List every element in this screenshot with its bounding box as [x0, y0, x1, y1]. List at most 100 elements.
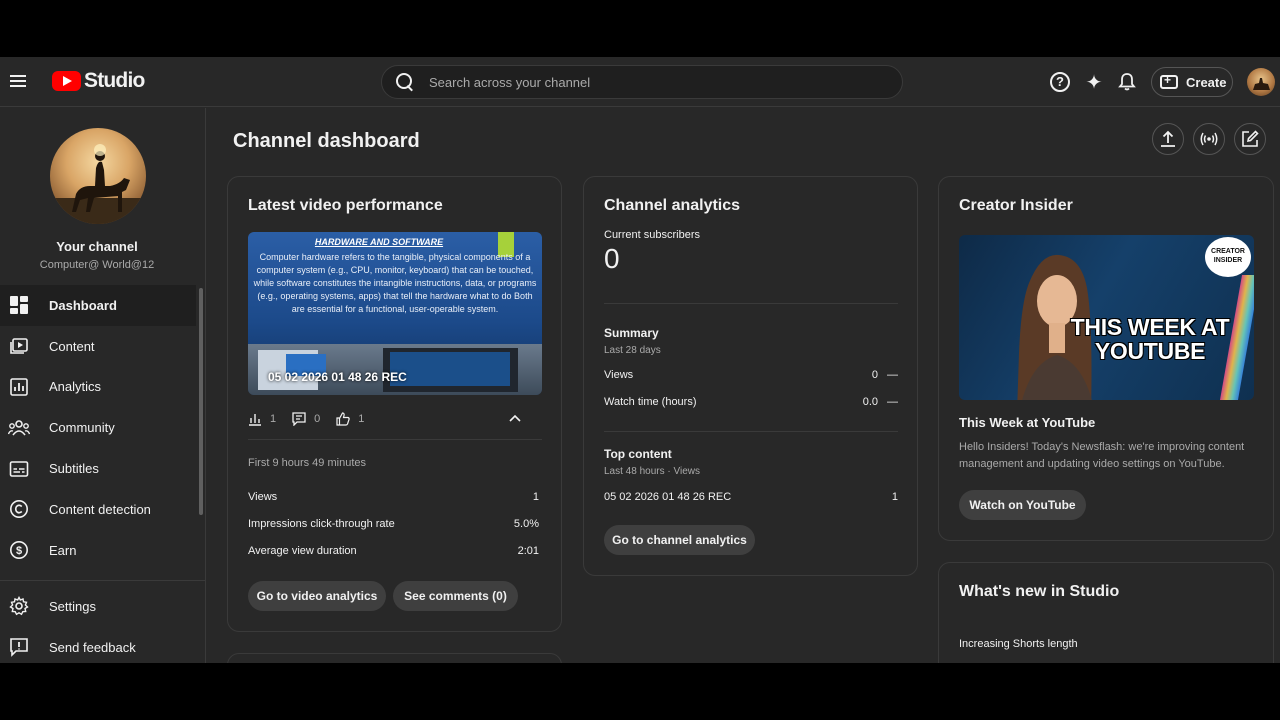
sidebar-item-earn[interactable]: $ Earn	[0, 530, 196, 571]
card-title: Latest video performance	[248, 197, 443, 214]
summary-row: Watch time (hours) 0.0 —	[604, 396, 898, 408]
metric-value: 1	[532, 491, 539, 503]
top-content-label: 05 02 2026 01 48 26 REC	[604, 491, 732, 503]
search-input[interactable]	[429, 74, 869, 90]
sidebar-item-settings[interactable]: Settings	[0, 586, 196, 627]
channel-name[interactable]: Your channel	[0, 239, 194, 254]
create-video-icon	[1160, 73, 1178, 89]
top-content-title: Top content	[604, 447, 672, 461]
letterbox-top	[0, 0, 1280, 57]
watch-on-youtube-button[interactable]: Watch on YouTube	[959, 490, 1086, 520]
sidebar-item-label: Subtitles	[49, 461, 99, 477]
views-stat: 1	[248, 412, 276, 426]
likes-stat: 1	[336, 412, 364, 426]
sidebar-item-label: Send feedback	[49, 639, 136, 655]
sidebar-item-dashboard[interactable]: Dashboard	[0, 285, 196, 326]
summary-value: 0.0	[862, 396, 878, 408]
sidebar-item-content[interactable]: Content	[0, 326, 196, 367]
studio-logo[interactable]: Studio	[52, 69, 145, 93]
top-content-period: Last 48 hours · Views	[604, 466, 700, 477]
account-avatar[interactable]	[1247, 68, 1275, 96]
creator-insider-thumbnail[interactable]: THIS WEEK AT YOUTUBE CREATOR INSIDER	[959, 235, 1254, 400]
bar-chart-icon	[249, 414, 261, 426]
sidebar-item-content-detection[interactable]: Content detection	[0, 489, 196, 530]
metric-value: 5.0%	[513, 518, 539, 530]
channel-avatar[interactable]	[50, 128, 146, 224]
sidebar-item-community[interactable]: Community	[0, 407, 196, 448]
whats-new-item[interactable]: Increasing Shorts length	[959, 638, 1078, 650]
bell-icon[interactable]	[1115, 70, 1139, 94]
divider	[604, 431, 898, 432]
search-icon[interactable]	[395, 72, 415, 92]
subscribers-count: 0	[604, 243, 620, 274]
sidebar-item-analytics[interactable]: Analytics	[0, 367, 196, 408]
summary-delta: —	[887, 369, 898, 381]
search-bar[interactable]	[381, 65, 903, 99]
go-to-video-analytics-button[interactable]: Go to video analytics	[248, 581, 386, 611]
create-label: Create	[1186, 74, 1227, 90]
sidebar-item-label: Settings	[49, 598, 96, 614]
top-bar: Studio ? ✦ Create	[0, 57, 1280, 107]
summary-row: Views 0 —	[604, 369, 898, 381]
metric-row: Views 1	[248, 491, 539, 503]
channel-analytics-card: Channel analytics Current subscribers 0 …	[583, 176, 918, 576]
see-comments-button[interactable]: See comments (0)	[393, 581, 518, 611]
video-title[interactable]: This Week at YouTube	[959, 415, 1095, 430]
comment-icon	[292, 412, 306, 426]
live-broadcast-icon	[1200, 132, 1218, 146]
views-count: 1	[270, 413, 277, 425]
card-title: Channel analytics	[604, 197, 741, 214]
sidebar-item-label: Earn	[49, 542, 77, 558]
metric-label: Impressions click-through rate	[248, 518, 395, 530]
thumbnail-text: Computer hardware refers to the tangible…	[253, 252, 537, 314]
thumbnail-heading: HARDWARE AND SOFTWARE	[314, 237, 444, 247]
divider	[248, 439, 542, 440]
top-content-row[interactable]: 05 02 2026 01 48 26 REC 1	[604, 491, 898, 503]
help-icon[interactable]: ?	[1048, 70, 1072, 94]
sidebar-item-label: Community	[49, 420, 115, 436]
summary-title: Summary	[604, 326, 659, 340]
channel-handle: Computer@ World@12	[39, 259, 155, 271]
sidebar-scrollbar[interactable]	[199, 288, 203, 515]
dashboard-icon	[7, 293, 31, 317]
card-title: Creator Insider	[959, 197, 1073, 214]
likes-count: 1	[358, 413, 365, 425]
letterbox-bottom	[0, 663, 1280, 720]
edit-icon	[1242, 130, 1259, 147]
sidebar-item-label: Dashboard	[49, 297, 117, 313]
creator-insider-card: Creator Insider THIS WEEK AT YOUTUBE CRE…	[938, 176, 1274, 541]
video-thumbnail[interactable]: HARDWARE AND SOFTWARE Computer hardware …	[248, 232, 542, 395]
sidebar-item-label: Content detection	[49, 501, 151, 517]
sidebar-item-send-feedback[interactable]: Send feedback	[0, 627, 196, 663]
svg-text:$: $	[16, 545, 22, 557]
latest-video-card: Latest video performance HARDWARE AND SO…	[227, 176, 562, 632]
thumbs-up-icon	[336, 412, 350, 426]
chevron-up-icon[interactable]	[508, 411, 522, 425]
sidebar-divider	[0, 580, 205, 581]
feedback-icon	[7, 635, 31, 659]
summary-label: Views	[604, 369, 634, 381]
subtitles-icon	[7, 457, 31, 481]
sidebar-item-subtitles[interactable]: Subtitles	[0, 448, 196, 489]
create-button[interactable]: Create	[1151, 67, 1233, 97]
content-icon	[7, 334, 31, 358]
upload-button[interactable]	[1152, 123, 1184, 155]
creator-insider-badge: CREATOR INSIDER	[1205, 237, 1251, 277]
thumbnail-overlay-text: 05 02 2026 01 48 26 REC	[268, 370, 407, 384]
create-post-button[interactable]	[1234, 123, 1266, 155]
earn-icon: $	[7, 538, 31, 562]
go-to-channel-analytics-button[interactable]: Go to channel analytics	[604, 525, 755, 555]
subscribers-label: Current subscribers	[604, 229, 700, 241]
card-title: What's new in Studio	[959, 583, 1120, 600]
comments-count: 0	[314, 413, 321, 425]
youtube-logo-icon	[52, 71, 81, 91]
page-title: Channel dashboard	[233, 130, 420, 152]
video-description: Hello Insiders! Today's Newsflash: we're…	[959, 441, 1245, 470]
menu-icon[interactable]	[10, 72, 30, 90]
thumbnail-headline: THIS WEEK AT YOUTUBE	[1070, 314, 1230, 364]
top-content-value: 1	[891, 491, 898, 503]
sparkle-icon[interactable]: ✦	[1082, 70, 1106, 94]
go-live-button[interactable]	[1193, 123, 1225, 155]
metric-label: Views	[248, 491, 278, 503]
sidebar-item-label: Analytics	[49, 379, 102, 395]
